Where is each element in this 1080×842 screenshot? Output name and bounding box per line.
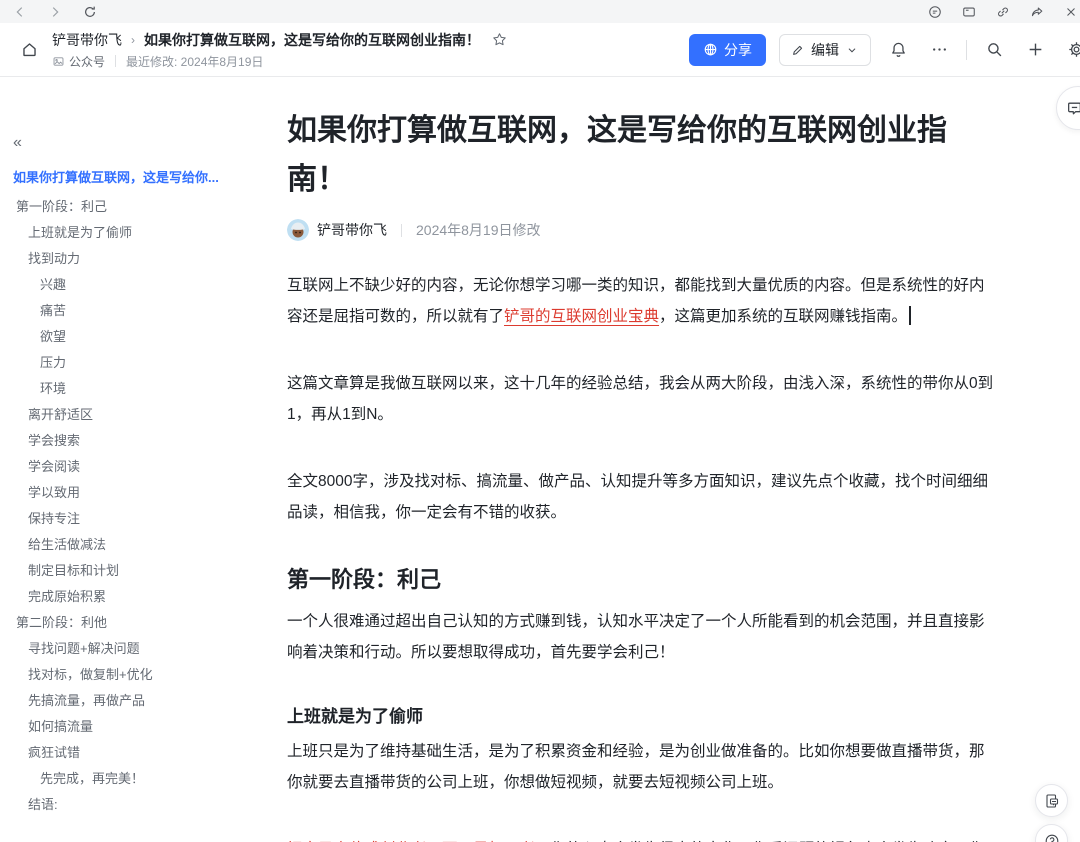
author-avatar bbox=[287, 219, 309, 241]
home-icon[interactable] bbox=[14, 35, 44, 65]
source-tag-label: 公众号 bbox=[69, 53, 105, 70]
text-run: 上班只是为了维持基础生活，是为了积累资金和经验，是为创业做准备的。比如你想要做直… bbox=[287, 743, 985, 791]
doc-comments-button[interactable] bbox=[1035, 784, 1068, 817]
toc-list: 第一阶段：利己上班就是为了偷师找到动力兴趣痛苦欲望压力环境离开舒适区学会搜索学会… bbox=[0, 192, 272, 816]
doc-comment-icon bbox=[1044, 793, 1060, 809]
paragraph: 全文8000字，涉及找对标、搞流量、做产品、认知提升等多方面知识，建议先点个收藏… bbox=[287, 466, 999, 528]
toc-item[interactable]: 环境 bbox=[0, 374, 272, 400]
toc-item[interactable]: 结语: bbox=[0, 790, 272, 816]
text-run: 第一阶段：利己 bbox=[287, 567, 441, 592]
feedback-bubble-icon[interactable] bbox=[927, 4, 942, 19]
toc-item[interactable]: 疯狂试错 bbox=[0, 738, 272, 764]
page-title: 如果你打算做互联网，这是写给你的互联网创业指南！ bbox=[287, 106, 999, 204]
paragraph: 一个人很难通过超出自己认知的方式赚到钱，认知水平决定了一个人所能看到的机会范围，… bbox=[287, 606, 999, 668]
link-icon[interactable] bbox=[995, 4, 1010, 19]
toc-item[interactable]: 上班就是为了偷师 bbox=[0, 218, 272, 244]
toc-item[interactable]: 欲望 bbox=[0, 322, 272, 348]
toc-item[interactable]: 保持专注 bbox=[0, 504, 272, 530]
toc-item[interactable]: 兴趣 bbox=[0, 270, 272, 296]
browser-bar bbox=[0, 0, 1080, 23]
comment-bubble-icon bbox=[1066, 100, 1080, 117]
toc-item[interactable]: 寻找问题+解决问题 bbox=[0, 634, 272, 660]
paragraph: 把自己定位成创业者，而不是打工者，你的心态会发生很大的变化，你看问题的视角也会发… bbox=[287, 834, 999, 842]
app-window: 铲哥带你飞 › 如果你打算做互联网，这是写给你的互联网创业指南！ 公众号 最近修… bbox=[0, 0, 1080, 842]
modified-date: 2024年8月19日修改 bbox=[416, 220, 541, 240]
author-row: 铲哥带你飞 2024年8月19日修改 bbox=[287, 219, 999, 241]
sidebar-collapse-icon[interactable]: « bbox=[13, 135, 22, 151]
settings-gear-icon[interactable] bbox=[1062, 36, 1080, 64]
text-run: 上班就是为了偷师 bbox=[287, 707, 423, 726]
toc-item[interactable]: 制定目标和计划 bbox=[0, 556, 272, 582]
window-panel-icon[interactable] bbox=[961, 4, 976, 19]
meta-divider bbox=[115, 55, 116, 67]
toc-item[interactable]: 先完成，再完美！ bbox=[0, 764, 272, 790]
toc-item[interactable]: 如何搞流量 bbox=[0, 712, 272, 738]
toc-item[interactable]: 学会阅读 bbox=[0, 452, 272, 478]
toc-item[interactable]: 给生活做减法 bbox=[0, 530, 272, 556]
toc-item[interactable]: 先搞流量，再做产品 bbox=[0, 686, 272, 712]
toc-item[interactable]: 离开舒适区 bbox=[0, 400, 272, 426]
more-ellipsis-icon[interactable] bbox=[925, 36, 953, 64]
toc-item[interactable]: 第二阶段：利他 bbox=[0, 608, 272, 634]
last-modified-label: 最近修改: 2024年8月19日 bbox=[126, 53, 263, 70]
author-divider bbox=[401, 224, 402, 237]
sidebar-toc: « 如果你打算做互联网，这是写给你... 第一阶段：利己上班就是为了偷师找到动力… bbox=[0, 77, 272, 842]
add-new-icon[interactable] bbox=[1021, 36, 1049, 64]
paragraph: 这篇文章算是我做互联网以来，这十几年的经验总结，我会从两大阶段，由浅入深，系统性… bbox=[287, 368, 999, 430]
edit-button[interactable]: 编辑 bbox=[779, 34, 871, 66]
toc-item[interactable]: 找到动力 bbox=[0, 244, 272, 270]
toc-item[interactable]: 找对标，做复制+优化 bbox=[0, 660, 272, 686]
section-heading: 上班就是为了偷师 bbox=[287, 704, 999, 730]
toc-item[interactable]: 痛苦 bbox=[0, 296, 272, 322]
chevron-down-icon bbox=[845, 43, 859, 57]
toc-item[interactable]: 第一阶段：利己 bbox=[0, 192, 272, 218]
header-actions: 分享 编辑 bbox=[689, 34, 1080, 66]
back-icon[interactable] bbox=[12, 4, 27, 19]
notification-bell-icon[interactable] bbox=[884, 36, 912, 64]
share-button[interactable]: 分享 bbox=[689, 34, 766, 66]
text-caret bbox=[909, 306, 911, 325]
close-icon[interactable] bbox=[1063, 4, 1078, 19]
red-link[interactable]: 铲哥的互联网创业宝典 bbox=[504, 308, 659, 325]
doc-content: 如果你打算做互联网，这是写给你的互联网创业指南！ 铲哥带你飞 2024年8月19… bbox=[287, 77, 999, 842]
article-body: 互联网上不缺少好的内容，无论你想学习哪一类的知识，都能找到大量优质的内容。但是系… bbox=[287, 270, 999, 842]
edit-button-label: 编辑 bbox=[811, 40, 839, 60]
comment-panel-button[interactable] bbox=[1056, 86, 1080, 130]
source-tag-icon bbox=[52, 55, 65, 68]
breadcrumb-workspace[interactable]: 铲哥带你飞 bbox=[52, 30, 122, 50]
section-heading: 第一阶段：利己 bbox=[287, 564, 999, 596]
question-mark-icon bbox=[1044, 833, 1060, 842]
breadcrumb: 铲哥带你飞 › 如果你打算做互联网，这是写给你的互联网创业指南！ 公众号 最近修… bbox=[52, 30, 507, 70]
paragraph: 上班只是为了维持基础生活，是为了积累资金和经验，是为创业做准备的。比如你想要做直… bbox=[287, 736, 999, 798]
forward-icon[interactable] bbox=[47, 4, 62, 19]
breadcrumb-separator-icon: › bbox=[131, 33, 135, 47]
toc-active-doc-title[interactable]: 如果你打算做互联网，这是写给你... bbox=[0, 167, 272, 186]
share-button-label: 分享 bbox=[724, 40, 752, 60]
star-favorite-icon[interactable] bbox=[492, 32, 507, 47]
text-run: ，这篇更加系统的互联网赚钱指南。 bbox=[659, 308, 907, 325]
breadcrumb-doc-title: 如果你打算做互联网，这是写给你的互联网创业指南！ bbox=[144, 30, 480, 50]
toc-item[interactable]: 学会搜索 bbox=[0, 426, 272, 452]
reload-icon[interactable] bbox=[82, 4, 97, 19]
actions-divider bbox=[966, 40, 967, 60]
search-icon[interactable] bbox=[980, 36, 1008, 64]
author-name[interactable]: 铲哥带你飞 bbox=[317, 220, 387, 240]
text-run: 一个人很难通过超出自己认知的方式赚到钱，认知水平决定了一个人所能看到的机会范围，… bbox=[287, 613, 985, 661]
share-forward-icon[interactable] bbox=[1029, 4, 1044, 19]
toc-item[interactable]: 学以致用 bbox=[0, 478, 272, 504]
doc-header: 铲哥带你飞 › 如果你打算做互联网，这是写给你的互联网创业指南！ 公众号 最近修… bbox=[0, 23, 1080, 77]
text-run: 全文8000字，涉及找对标、搞流量、做产品、认知提升等多方面知识，建议先点个收藏… bbox=[287, 473, 988, 521]
toc-item[interactable]: 压力 bbox=[0, 348, 272, 374]
paragraph: 互联网上不缺少好的内容，无论你想学习哪一类的知识，都能找到大量优质的内容。但是系… bbox=[287, 270, 999, 332]
toc-item[interactable]: 完成原始积累 bbox=[0, 582, 272, 608]
text-run: 这篇文章算是我做互联网以来，这十几年的经验总结，我会从两大阶段，由浅入深，系统性… bbox=[287, 375, 993, 423]
help-button[interactable] bbox=[1035, 824, 1068, 842]
